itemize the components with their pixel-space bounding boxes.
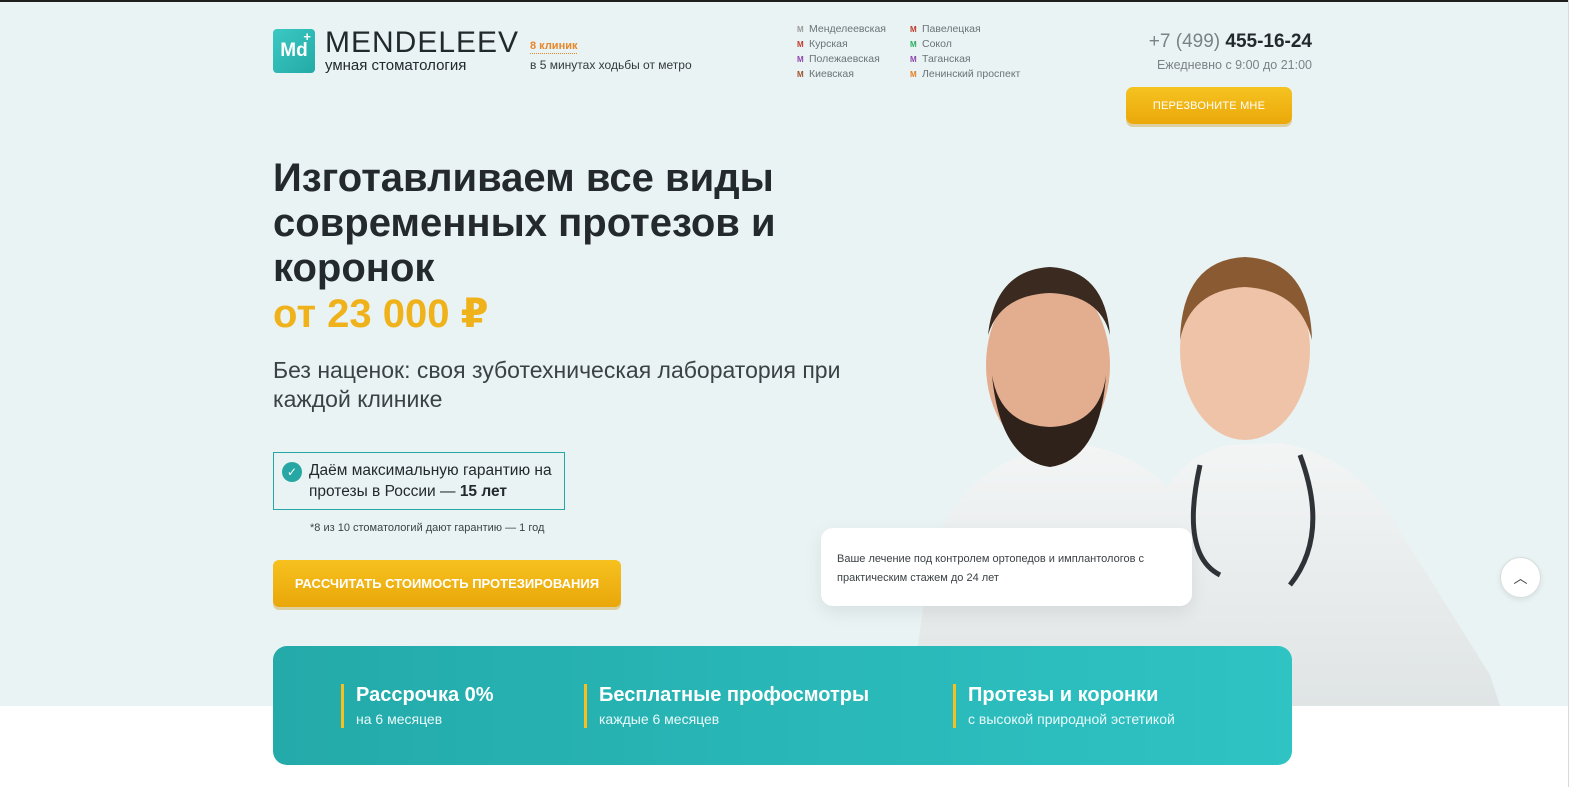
- chevron-up-icon: ︿: [1513, 569, 1528, 586]
- benefit-title: Рассрочка 0%: [356, 684, 494, 706]
- benefits-band: Рассрочка 0% на 6 месяцев Бесплатные про…: [273, 646, 1292, 765]
- calculate-cost-button[interactable]: РАССЧИТАТЬ СТОИМОСТЬ ПРОТЕЗИРОВАНИЯ: [273, 560, 621, 607]
- guarantee-label: Даём максимальную гарантию на протезы в …: [309, 462, 552, 500]
- hero-subtitle: Без наценок: своя зуботехническая лабора…: [273, 357, 841, 412]
- guarantee-years: 15 лет: [459, 483, 508, 500]
- benefit-title: Протезы и коронки: [968, 684, 1159, 706]
- scroll-top-button[interactable]: ︿: [1500, 557, 1541, 598]
- benefit-subtitle: на 6 месяцев: [356, 711, 443, 727]
- metro-column-2: M Павелецкая M Сокол M Таганская M Ленинский…: [910, 22, 1020, 82]
- md-logo-icon: Md +: [273, 29, 315, 73]
- quote-card: Ваше лечение под контролем ортопедов и и…: [821, 528, 1192, 606]
- metro-item[interactable]: M Курская: [797, 37, 886, 52]
- hero-title-line: коронок: [273, 246, 435, 290]
- metro-station: Таганская: [922, 53, 971, 65]
- vertical-scrollbar[interactable]: [1568, 0, 1589, 787]
- benefit-subtitle: каждые 6 месяцев: [599, 711, 720, 727]
- hero-title: Изготавливаем все виды современных проте…: [273, 156, 873, 291]
- metro-station: Павелецкая: [922, 23, 981, 35]
- site-logo[interactable]: Md + MENDELEEV умная стоматология: [273, 26, 520, 75]
- metro-station: Менделеевская: [809, 23, 886, 35]
- clinics-link[interactable]: 8 клиник: [530, 40, 578, 54]
- logo-text: MENDELEEV умная стоматология: [325, 26, 520, 75]
- metro-item[interactable]: M Сокол: [910, 37, 1020, 52]
- metro-column-1: M Менделеевская M Курская M Полежаевская MК…: [797, 22, 886, 82]
- metro-list: M Менделеевская M Курская M Полежаевская MК…: [797, 22, 1020, 82]
- benefit-item: Рассрочка 0% на 6 месяцев: [341, 684, 494, 728]
- metro-icon: M: [910, 40, 917, 49]
- metro-station: Киевская: [809, 68, 854, 80]
- metro-station: Ленинский проспект: [922, 68, 1021, 80]
- metro-icon: M: [910, 70, 917, 79]
- metro-item[interactable]: M Киевская: [797, 67, 886, 82]
- metro-item[interactable]: M Менделеевская: [797, 22, 886, 37]
- metro-item[interactable]: M Ленинский проспект: [910, 67, 1020, 82]
- metro-item[interactable]: M Таганская: [910, 52, 1020, 67]
- contact-block: +7 (499) 455-16-24 Ежедневно с 9:00 до 2…: [1122, 31, 1312, 72]
- metro-station: Сокол: [922, 38, 952, 50]
- clinics-info: 8 клиник в 5 минутах ходьбы от метро: [530, 36, 692, 72]
- metro-item[interactable]: M Полежаевская: [797, 52, 886, 67]
- logo-name: MENDELEEV: [325, 26, 520, 59]
- metro-icon: M: [797, 40, 804, 49]
- metro-item[interactable]: M Павелецкая: [910, 22, 1020, 37]
- metro-icon: M: [797, 25, 804, 34]
- metro-icon: M: [910, 55, 917, 64]
- metro-icon: M: [910, 25, 917, 34]
- hero-title-line: Изготавливаем все виды: [273, 156, 774, 200]
- guarantee-footnote: *8 из 10 стоматологий дают гарантию — 1 …: [310, 522, 545, 534]
- doctors-photo: [910, 257, 1500, 706]
- metro-icon: M: [797, 55, 804, 64]
- hero-price: от 23 000 ₽: [273, 292, 489, 336]
- benefit-item: Протезы и коронки с высокой природной эс…: [953, 684, 1175, 728]
- phone-link[interactable]: +7 (499) 455-16-24: [1149, 31, 1312, 52]
- plus-icon: +: [303, 29, 311, 44]
- check-badge-icon: ✓: [282, 462, 302, 482]
- working-hours: Ежедневно с 9:00 до 21:00: [1156, 58, 1312, 72]
- metro-icon: M: [797, 70, 804, 79]
- metro-station: Курская: [809, 38, 848, 50]
- benefit-title: Бесплатные профосмотры: [599, 684, 870, 706]
- benefit-item: Бесплатные профосмотры каждые 6 месяцев: [584, 684, 869, 728]
- metro-station: Полежаевская: [809, 53, 880, 65]
- phone-code: +7 (499): [1148, 31, 1221, 52]
- guarantee-text: Даём максимальную гарантию на протезы в …: [309, 460, 556, 502]
- phone-number: 455-16-24: [1225, 31, 1312, 52]
- benefit-subtitle: с высокой природной эстетикой: [968, 711, 1175, 727]
- guarantee-box: ✓ Даём максимальную гарантию на протезы …: [273, 452, 565, 510]
- logo-subtitle: умная стоматология: [325, 57, 467, 74]
- clinics-note: в 5 минутах ходьбы от метро: [530, 58, 692, 72]
- hero-title-line: современных протезов и: [273, 201, 776, 245]
- callback-button[interactable]: ПЕРЕЗВОНИТЕ МНЕ: [1126, 87, 1292, 124]
